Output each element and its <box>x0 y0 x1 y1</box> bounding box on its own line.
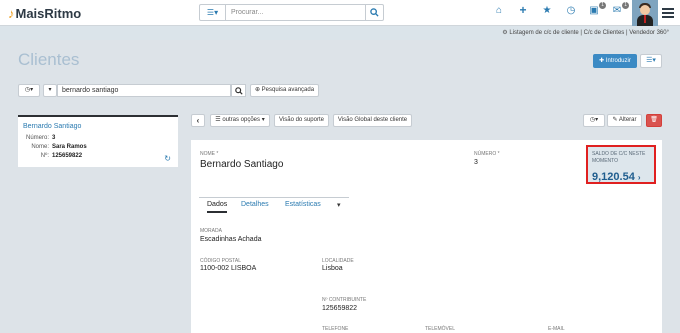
client-name-link[interactable]: Bernardo Santiago <box>23 123 81 130</box>
tab-estatisticas[interactable]: Estatísticas <box>285 201 321 208</box>
user-avatar[interactable] <box>632 0 658 26</box>
refresh-icon[interactable]: ↻ <box>164 154 171 163</box>
list-icon: ☰▾ <box>646 57 656 64</box>
gear-icon: ⚙ <box>502 30 508 36</box>
balance-box[interactable]: SALDO DE C/C NESTE MOMENTO 9,120.54 › <box>586 145 656 184</box>
caret-down-icon: ▾ <box>48 87 52 93</box>
breadcrumb-item[interactable]: Vendedor 360° <box>629 30 669 36</box>
postal-code-value: 1100-002 LISBOA <box>200 265 257 272</box>
client-search-button[interactable] <box>231 84 246 97</box>
add-icon[interactable]: + <box>516 3 530 17</box>
top-bar: ♪MaisRitmo ☰▾ Procurar... ⌂ + ★ ◷ ▣ 1 ✉ 1 <box>0 0 680 26</box>
detail-tabs: Dados Detalhes Estatísticas ▾ <box>199 197 349 213</box>
client-nif: 125659822 <box>52 153 83 159</box>
messages-icon[interactable]: ✉ 1 <box>610 2 629 16</box>
balance-value[interactable]: 9,120.54 › <box>592 171 641 183</box>
trash-icon: 🗑 <box>650 117 658 123</box>
home-icon[interactable]: ⌂ <box>492 5 506 16</box>
client-detail-number: 3 <box>474 159 478 166</box>
search-type-dropdown[interactable]: ☰▾ <box>200 5 226 20</box>
client-number: 3 <box>52 135 56 141</box>
clock-icon: ◷▾ <box>589 117 599 123</box>
address-value: Escadinhas Achada <box>200 236 262 243</box>
music-note-icon: ♪ <box>8 6 15 21</box>
filter-dropdown[interactable]: ▾ <box>43 84 57 97</box>
messages-badge: 1 <box>622 2 629 9</box>
client-search-input[interactable]: bernardo santiago <box>57 84 231 97</box>
client-detail-panel: NOME * Bernardo Santiago NÚMERO * 3 SALD… <box>191 140 662 333</box>
tab-dados[interactable]: Dados <box>207 201 228 213</box>
breadcrumb-item[interactable]: Listagem de c/c de cliente <box>509 30 578 36</box>
search-icon <box>234 87 243 95</box>
client-full-name: Bernardo Santiago <box>200 159 284 170</box>
breadcrumb-item[interactable]: C/c de Clientes <box>584 30 625 36</box>
client-contact-name: Sara Ramos <box>52 144 87 150</box>
app-logo[interactable]: ♪MaisRitmo <box>8 6 81 21</box>
hamburger-menu-icon[interactable] <box>662 8 674 18</box>
back-button[interactable]: ‹ <box>191 114 205 127</box>
tabs-more-dropdown[interactable]: ▾ <box>337 201 341 209</box>
search-plus-icon: ⊕ <box>254 87 262 93</box>
clock-icon[interactable]: ◷ <box>564 5 578 16</box>
delete-button[interactable]: 🗑 <box>646 114 662 127</box>
plus-icon: ✚ <box>599 58 606 64</box>
global-search: ☰▾ Procurar... <box>199 4 384 21</box>
history-dropdown-detail[interactable]: ◷▾ <box>583 114 605 127</box>
breadcrumb: ⚙ Listagem de c/c de cliente | C/c de Cl… <box>0 26 680 40</box>
alterar-button[interactable]: ✎ Alterar <box>607 114 642 127</box>
introduzir-button[interactable]: ✚ Introduzir <box>593 54 637 68</box>
star-icon[interactable]: ★ <box>540 5 554 16</box>
history-dropdown[interactable]: ◷▾ <box>18 84 40 97</box>
locality-value: Lisboa <box>322 265 343 272</box>
search-icon <box>370 8 379 17</box>
global-search-input[interactable]: Procurar... <box>231 9 263 16</box>
list-view-dropdown[interactable]: ☰▾ <box>640 54 662 68</box>
notifications-icon[interactable]: ▣ 1 <box>587 2 606 16</box>
chevron-right-icon: › <box>637 173 641 182</box>
visao-suporte-button[interactable]: Visão do suporte <box>274 114 329 127</box>
balance-label: SALDO DE C/C NESTE MOMENTO <box>592 151 646 164</box>
outras-opcoes-dropdown[interactable]: ☰ outras opções ▾ <box>210 114 270 127</box>
taxpayer-number-value: 125659822 <box>322 305 358 312</box>
clock-icon: ◷▾ <box>24 87 34 93</box>
tab-detalhes[interactable]: Detalhes <box>241 201 269 208</box>
search-button[interactable] <box>365 5 383 20</box>
advanced-search-button[interactable]: ⊕ Pesquisa avançada <box>250 84 319 97</box>
visao-global-button[interactable]: Visão Global deste cliente <box>333 114 412 127</box>
page-title: Clientes <box>18 50 80 69</box>
client-result-card[interactable]: Bernardo Santiago Número: 3 Nome: Sara Ram… <box>18 115 178 167</box>
chevron-left-icon: ‹ <box>196 116 200 125</box>
notifications-badge: 1 <box>599 2 606 9</box>
